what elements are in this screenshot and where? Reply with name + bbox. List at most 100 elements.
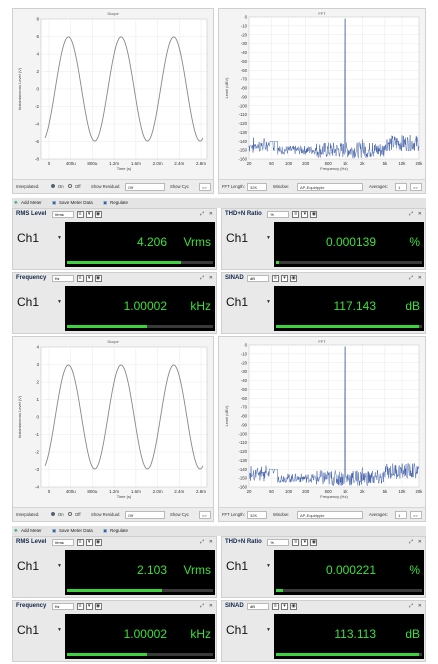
- add-meter-icon[interactable]: ✚: [14, 200, 18, 206]
- meter-options-icon[interactable]: ≡: [76, 603, 84, 610]
- meter-limits-icon[interactable]: ◉: [94, 539, 102, 546]
- interpolated-on-radio[interactable]: [51, 184, 55, 189]
- meter-unit-dropdown[interactable]: dB: [247, 275, 269, 282]
- interpolated-on-radio[interactable]: [51, 512, 55, 517]
- meter-options-icon[interactable]: ≡: [76, 211, 84, 218]
- meter-settings-icon[interactable]: ▾: [85, 211, 93, 218]
- meter-limits-icon[interactable]: ◉: [290, 603, 297, 610]
- expand-icon[interactable]: ⤢: [409, 603, 413, 609]
- fft-length-dropdown[interactable]: 32K: [247, 511, 267, 519]
- expand-icon[interactable]: ⤢: [200, 211, 204, 217]
- meter-options-icon[interactable]: ≡: [76, 275, 84, 282]
- fft-length-dropdown[interactable]: 32K: [247, 183, 267, 191]
- scope-graph[interactable]: Scope 4 3 2 1 0 -1 -2 -3 -4 0 400u 800u 1.2m 1.6m 2.0m 2…: [12, 336, 214, 522]
- meter-unit-dropdown[interactable]: Vrms: [51, 211, 74, 218]
- expand-icon[interactable]: ⤢: [409, 211, 413, 217]
- meter-options-icon[interactable]: ≡: [292, 539, 300, 546]
- channel-dropdown-icon[interactable]: ▼: [57, 299, 62, 305]
- window-dropdown[interactable]: AP-Equiripple: [297, 511, 363, 519]
- add-meter-icon[interactable]: ✚: [14, 528, 18, 534]
- meter-display: 4.206 Vrms: [65, 222, 215, 267]
- save-icon[interactable]: ▣: [52, 200, 56, 206]
- meter-settings-icon[interactable]: ▾: [281, 275, 288, 282]
- meter-value-unit: dB: [405, 627, 420, 641]
- scope-more-button[interactable]: >>: [199, 183, 211, 191]
- scope-more-button[interactable]: >>: [199, 511, 211, 519]
- close-icon[interactable]: ✕: [209, 539, 213, 545]
- meter-limits-icon[interactable]: ◉: [310, 539, 318, 546]
- meter-settings-icon[interactable]: ▾: [301, 539, 309, 546]
- save-icon[interactable]: ▣: [52, 528, 56, 534]
- save-meter-data-button[interactable]: Save Meter Data: [59, 200, 93, 205]
- channel-dropdown-icon[interactable]: ▼: [57, 235, 62, 241]
- expand-icon[interactable]: ⤢: [200, 603, 204, 609]
- meter-options-icon[interactable]: ≡: [272, 603, 279, 610]
- expand-icon[interactable]: ⤢: [409, 275, 413, 281]
- meter-limits-icon[interactable]: ◉: [290, 275, 297, 282]
- meter-value: 0.000221: [325, 563, 376, 577]
- meter-settings-icon[interactable]: ▾: [281, 603, 288, 610]
- channel-dropdown-icon[interactable]: ▼: [266, 235, 271, 241]
- meter-unit-dropdown[interactable]: %: [267, 539, 290, 546]
- meter-settings-icon[interactable]: ▾: [85, 539, 93, 546]
- regulate-icon[interactable]: ▣: [103, 200, 107, 206]
- meter-options-icon[interactable]: ≡: [76, 539, 84, 546]
- meter-limits-icon[interactable]: ◉: [94, 275, 102, 282]
- channel-dropdown-icon[interactable]: ▼: [266, 299, 271, 305]
- close-icon[interactable]: ✕: [418, 211, 422, 217]
- show-cyc-label[interactable]: Show Cyc: [170, 512, 189, 517]
- fft-more-button[interactable]: >>: [410, 511, 422, 519]
- expand-icon[interactable]: ⤢: [409, 539, 413, 545]
- meter-settings-icon[interactable]: ▾: [85, 275, 93, 282]
- channel-dropdown-icon[interactable]: ▼: [57, 627, 62, 633]
- scope-graph[interactable]: Scope 8 6 4 2 0 -2 -4 -6 -8 0 400u 800u 1.2m 1.6m 2.0m 2…: [12, 8, 214, 194]
- close-icon[interactable]: ✕: [209, 275, 213, 281]
- fft-graph[interactable]: FFT 0 -10 -20 -30 -40 -50 -60 -70 -80 -90 -100 -110-…: [218, 336, 426, 522]
- meter-unit-dropdown[interactable]: %: [267, 211, 290, 218]
- channel-dropdown-icon[interactable]: ▼: [266, 563, 271, 569]
- meter-limits-icon[interactable]: ◉: [94, 211, 102, 218]
- meter-limits-icon[interactable]: ◉: [310, 211, 318, 218]
- meter-unit-dropdown[interactable]: Vrms: [51, 539, 74, 546]
- fft-more-button[interactable]: >>: [410, 183, 422, 191]
- close-icon[interactable]: ✕: [209, 603, 213, 609]
- close-icon[interactable]: ✕: [209, 211, 213, 217]
- regulate-button[interactable]: Regulate: [110, 528, 128, 533]
- expand-icon[interactable]: ⤢: [200, 539, 204, 545]
- fft-ytick: -70: [241, 405, 248, 410]
- scope-plot: 43210-1-2-3-40 400u 800u 1.2m 1.6m 2.0m 2.4m 2.…: [17, 345, 208, 499]
- save-meter-data-button[interactable]: Save Meter Data: [59, 528, 93, 533]
- fft-xtick: 10k: [398, 161, 406, 166]
- interpolated-off-radio[interactable]: [68, 184, 72, 189]
- close-icon[interactable]: ✕: [418, 603, 422, 609]
- show-residual-dropdown[interactable]: Off: [125, 183, 165, 191]
- show-residual-dropdown[interactable]: Off: [125, 511, 165, 519]
- regulate-icon[interactable]: ▣: [103, 528, 107, 534]
- meter-unit-dropdown[interactable]: Hz: [51, 603, 74, 610]
- window-dropdown[interactable]: AP-Equiripple: [297, 183, 363, 191]
- meter-options-icon[interactable]: ≡: [292, 211, 300, 218]
- averages-input[interactable]: 1: [395, 183, 407, 191]
- meter-unit-dropdown[interactable]: dB: [247, 603, 269, 610]
- meter-options-icon[interactable]: ≡: [272, 275, 279, 282]
- meter-title: Frequency: [16, 275, 47, 281]
- meter-limits-icon[interactable]: ◉: [94, 603, 102, 610]
- regulate-button[interactable]: Regulate: [110, 200, 128, 205]
- radio-off-icon: [68, 184, 72, 188]
- show-cyc-label[interactable]: Show Cyc: [170, 184, 189, 189]
- close-icon[interactable]: ✕: [418, 275, 422, 281]
- close-icon[interactable]: ✕: [418, 539, 422, 545]
- add-meter-button[interactable]: Add Meter: [21, 200, 42, 205]
- channel-dropdown-icon[interactable]: ▼: [57, 563, 62, 569]
- channel-dropdown-icon[interactable]: ▼: [266, 627, 271, 633]
- fft-graph[interactable]: FFT 0 -10 -20 -30 -40 -50 -60 -70 -80 -90 -100 -110-…: [218, 8, 426, 194]
- scope-xtick: 0: [48, 489, 51, 494]
- fft-ytick: -90: [241, 94, 248, 99]
- interpolated-off-radio[interactable]: [68, 512, 72, 517]
- averages-input[interactable]: 1: [395, 511, 407, 519]
- meter-settings-icon[interactable]: ▾: [301, 211, 309, 218]
- add-meter-button[interactable]: Add Meter: [21, 528, 42, 533]
- expand-icon[interactable]: ⤢: [200, 275, 204, 281]
- meter-unit-dropdown[interactable]: Hz: [51, 275, 74, 282]
- meter-settings-icon[interactable]: ▾: [85, 603, 93, 610]
